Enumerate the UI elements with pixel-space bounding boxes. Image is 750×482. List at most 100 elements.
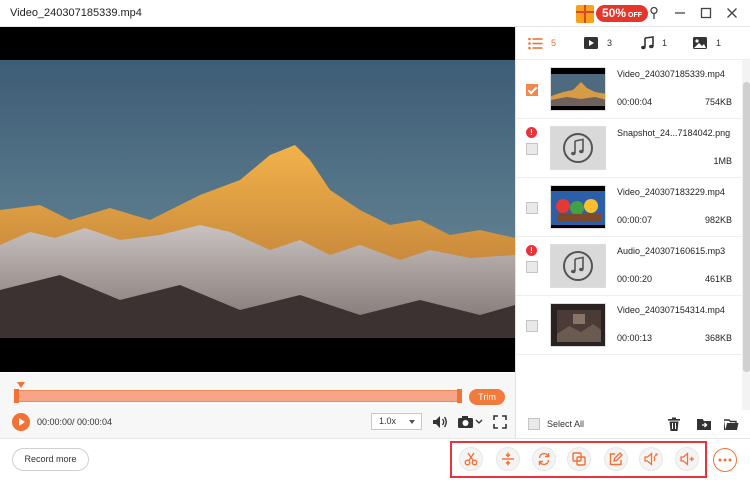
filter-all[interactable]: 5 <box>528 34 556 52</box>
file-size: 368KB <box>704 333 732 343</box>
filter-all-count: 5 <box>551 38 557 48</box>
image-icon <box>693 37 707 49</box>
trim-start-handle[interactable] <box>14 389 19 403</box>
warning-icon: ! <box>526 127 537 138</box>
file-checkbox[interactable] <box>526 143 538 155</box>
video-preview[interactable] <box>0 27 515 372</box>
filter-image-count: 1 <box>716 38 722 48</box>
file-thumbnail <box>550 244 606 288</box>
select-all-checkbox[interactable] <box>528 418 540 430</box>
window-controls <box>644 4 742 22</box>
file-thumbnail <box>550 126 606 170</box>
file-duration: 00:00:13 <box>617 333 653 343</box>
discount-pill[interactable]: 50% OFF <box>596 5 649 22</box>
music-icon <box>641 36 654 50</box>
record-more-button[interactable]: Record more <box>12 448 89 471</box>
title-bar: Video_240307185339.mp4 50% OFF <box>0 0 750 27</box>
file-size: 461KB <box>704 274 732 284</box>
filter-audio[interactable]: 1 <box>640 34 667 52</box>
playhead-marker[interactable] <box>17 382 25 388</box>
trim-end-handle[interactable] <box>457 389 462 403</box>
maximize-icon[interactable] <box>696 4 716 22</box>
file-name: Video_240307154314.mp4 <box>617 305 725 315</box>
promo-badge[interactable]: 50% OFF <box>576 4 649 23</box>
speed-select[interactable]: 1.0x <box>371 413 422 430</box>
ellipsis-icon <box>718 458 732 462</box>
scissors-icon <box>464 452 478 466</box>
file-checkbox[interactable] <box>526 320 538 332</box>
volume-icon[interactable] <box>431 413 449 431</box>
file-size: 982KB <box>704 215 732 225</box>
file-size: 1MB <box>713 156 732 166</box>
file-name: Video_240307185339.mp4 <box>617 69 725 79</box>
scrollbar-thumb[interactable] <box>743 82 750 372</box>
filter-tabs: 5 3 1 1 <box>516 27 750 60</box>
trim-track[interactable] <box>14 389 462 403</box>
compress-icon <box>502 452 514 466</box>
file-size: 754KB <box>704 97 732 107</box>
video-icon <box>584 37 598 49</box>
filter-video-count: 3 <box>607 38 613 48</box>
promo-off: OFF <box>628 12 643 19</box>
list-icon <box>528 37 543 49</box>
pin-icon[interactable] <box>644 4 664 22</box>
convert-icon <box>538 452 550 466</box>
file-row[interactable]: Video_240307185339.mp4 00:00:04 754KB <box>516 60 742 119</box>
file-checkbox[interactable] <box>526 202 538 214</box>
file-name: Snapshot_24...7184042.png <box>617 128 731 138</box>
filter-video[interactable]: 3 <box>583 34 612 52</box>
gift-icon <box>576 4 594 23</box>
edit-tool-button[interactable] <box>604 447 628 471</box>
file-row[interactable]: ! Snapshot_24...7184042.png 1MB <box>516 119 742 178</box>
file-row[interactable]: ! Audio_240307160615.mp3 00:00:20 461KB <box>516 237 742 296</box>
convert-tool-button[interactable] <box>532 447 556 471</box>
file-panel: 5 3 1 1 Video_240307185339.mp4 00:00:04 … <box>515 27 750 438</box>
compress-tool-button[interactable] <box>496 447 520 471</box>
file-checkbox[interactable] <box>526 84 538 96</box>
merge-tool-button[interactable] <box>567 447 591 471</box>
fullscreen-icon[interactable] <box>491 413 509 431</box>
volume-adjust-icon <box>643 452 658 466</box>
file-row[interactable]: Video_240307183229.mp4 00:00:07 982KB <box>516 178 742 237</box>
edit-icon <box>609 452 623 466</box>
panel-footer: Select All <box>516 410 750 438</box>
file-duration: 00:00:04 <box>617 97 653 107</box>
filter-image[interactable]: 1 <box>692 34 721 52</box>
file-name: Video_240307183229.mp4 <box>617 187 725 197</box>
more-options-button[interactable] <box>713 448 737 472</box>
open-folder-icon[interactable] <box>721 414 741 434</box>
disc-music-icon <box>563 133 593 163</box>
time-readout: 00:00:00/ 00:00:04 <box>37 417 113 427</box>
trim-tool-button[interactable] <box>459 447 483 471</box>
trash-icon[interactable] <box>664 414 684 434</box>
audio-enhance-icon <box>679 452 694 466</box>
window-title: Video_240307185339.mp4 <box>10 7 142 19</box>
file-thumbnail <box>550 67 606 111</box>
disc-music-icon <box>563 251 593 281</box>
minimize-icon[interactable] <box>670 4 690 22</box>
warning-icon: ! <box>526 245 537 256</box>
file-duration: 00:00:20 <box>617 274 653 284</box>
bottom-toolbar: Record more <box>0 438 750 482</box>
file-thumbnail <box>550 303 606 347</box>
merge-icon <box>572 452 586 466</box>
export-folder-icon[interactable] <box>694 414 714 434</box>
close-icon[interactable] <box>722 4 742 22</box>
file-row[interactable]: Video_240307154314.mp4 00:00:13 368KB <box>516 296 742 355</box>
select-all-label[interactable]: Select All <box>547 419 584 429</box>
play-button[interactable] <box>12 413 30 431</box>
timeline-panel: Trim 00:00:00/ 00:00:04 1.0x <box>0 373 515 438</box>
filter-audio-count: 1 <box>662 38 668 48</box>
promo-percent: 50% <box>602 6 627 20</box>
file-list: Video_240307185339.mp4 00:00:04 754KB ! … <box>516 60 742 410</box>
file-thumbnail <box>550 185 606 229</box>
volume-tool-button[interactable] <box>639 447 663 471</box>
file-checkbox[interactable] <box>526 261 538 273</box>
audio-tool-button[interactable] <box>675 447 699 471</box>
file-list-scrollbar[interactable] <box>742 60 750 410</box>
video-frame <box>0 60 515 338</box>
trim-button[interactable]: Trim <box>469 389 505 405</box>
file-name: Audio_240307160615.mp3 <box>617 246 726 256</box>
camera-icon[interactable] <box>456 413 484 431</box>
recorder-app: Video_240307185339.mp4 50% OFF Trim 00:0… <box>0 0 750 482</box>
